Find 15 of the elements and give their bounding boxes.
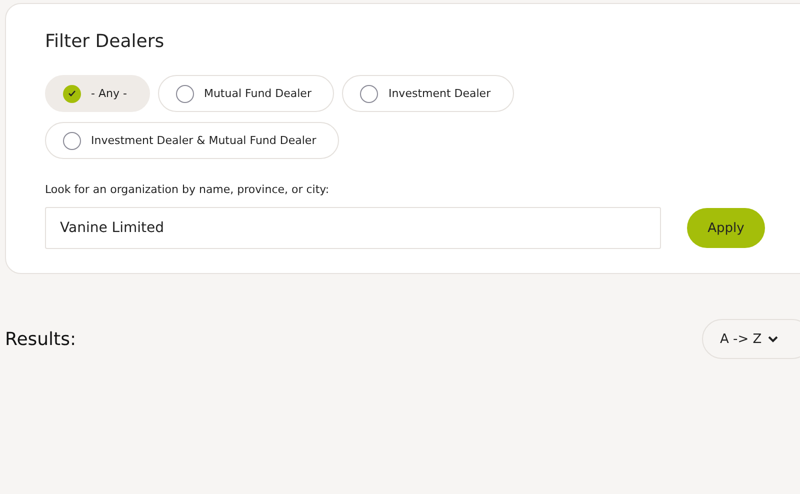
radio-icon xyxy=(63,132,81,150)
sort-dropdown[interactable]: A -> Z xyxy=(702,319,800,359)
dealer-option[interactable]: Investment Dealer & Mutual Fund Dealer xyxy=(45,122,340,159)
results-title: Results: xyxy=(5,328,76,350)
radio-icon xyxy=(176,84,194,102)
filter-title: Filter Dealers xyxy=(45,31,166,53)
radio-icon xyxy=(360,84,378,102)
chevron-down-icon xyxy=(768,336,778,342)
search-label: Look for an organization by name, province, or city: xyxy=(45,183,330,196)
search-field[interactable]: Vanine Limited xyxy=(45,207,661,249)
dealer-option[interactable]: - Any - xyxy=(45,75,150,112)
dealer-option[interactable]: Mutual Fund Dealer xyxy=(158,75,334,112)
dealer-option[interactable]: Investment Dealer xyxy=(342,75,514,112)
apply-button[interactable]: Apply xyxy=(687,208,765,248)
check-icon xyxy=(63,84,81,102)
